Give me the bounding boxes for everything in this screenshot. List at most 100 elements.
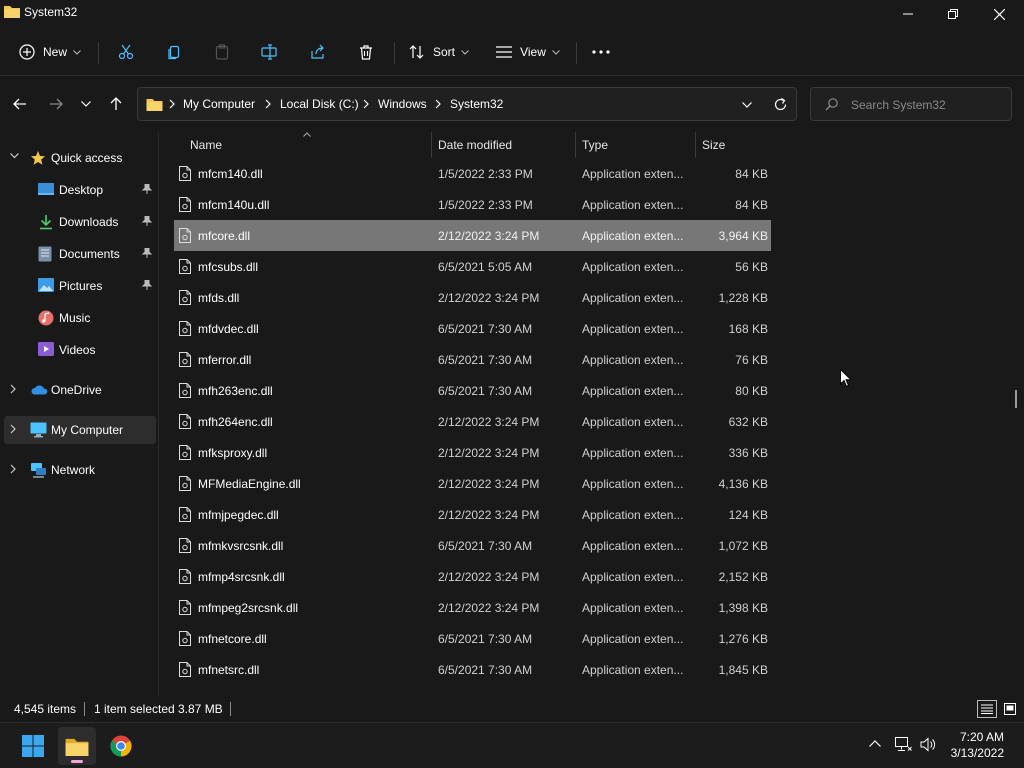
- breadcrumb-my-computer[interactable]: My Computer: [183, 97, 255, 111]
- column-divider[interactable]: [695, 132, 696, 158]
- file-date: 2/12/2022 3:24 PM: [438, 601, 540, 615]
- table-row[interactable]: mfds.dll 2/12/2022 3:24 PM Application ext…: [174, 282, 771, 313]
- address-bar[interactable]: My Computer Local Disk (C:) Windows Syst…: [137, 87, 797, 121]
- table-row[interactable]: mfcm140u.dll 1/5/2022 2:33 PM Application …: [174, 189, 771, 220]
- sidebar-item-videos[interactable]: Videos: [4, 336, 156, 364]
- details-view-button[interactable]: [977, 700, 997, 718]
- system-clock[interactable]: 7:20 AM 3/13/2022: [951, 729, 1004, 761]
- taskbar-chrome[interactable]: [102, 727, 140, 765]
- file-size: 1,228 KB: [718, 291, 768, 305]
- volume-icon[interactable]: [920, 737, 937, 752]
- table-row[interactable]: mfmjpegdec.dll 2/12/2022 3:24 PM Applicati…: [174, 499, 771, 530]
- taskbar-file-explorer[interactable]: [58, 727, 96, 765]
- dll-file-icon: [179, 507, 191, 522]
- column-header-date[interactable]: Date modified: [438, 138, 512, 152]
- pin-icon[interactable]: [142, 216, 152, 226]
- chevron-right-icon[interactable]: [10, 424, 16, 434]
- arrow-up-icon: [110, 97, 122, 111]
- restore-button[interactable]: [930, 0, 976, 28]
- windows-logo-icon: [22, 735, 44, 757]
- table-row[interactable]: mfcsubs.dll 6/5/2021 5:05 AM Application e…: [174, 251, 771, 282]
- sidebar-item-desktop[interactable]: Desktop: [4, 176, 156, 204]
- column-header-type[interactable]: Type: [582, 138, 608, 152]
- rename-button[interactable]: [254, 36, 286, 68]
- pane-splitter[interactable]: [158, 132, 159, 696]
- sort-button[interactable]: Sort: [404, 36, 474, 68]
- file-type: Application exten...: [582, 508, 684, 522]
- pin-icon[interactable]: [142, 280, 152, 290]
- chevron-down-icon[interactable]: [10, 153, 19, 159]
- clipboard-icon: [214, 44, 230, 60]
- chevron-up-icon[interactable]: [869, 740, 881, 747]
- breadcrumb-system32[interactable]: System32: [450, 97, 503, 111]
- more-options-button[interactable]: [586, 36, 616, 68]
- delete-button[interactable]: [350, 36, 382, 68]
- table-row[interactable]: mfh263enc.dll 6/5/2021 7:30 AM Application…: [174, 375, 771, 406]
- sidebar-item-pictures[interactable]: Pictures: [4, 272, 156, 300]
- pin-icon[interactable]: [142, 248, 152, 258]
- table-row[interactable]: mfnetcore.dll 6/5/2021 7:30 AM Application…: [174, 623, 771, 654]
- sidebar-item-my-computer[interactable]: My Computer: [4, 416, 156, 444]
- view-button[interactable]: View: [492, 36, 564, 68]
- table-row[interactable]: mfh264enc.dll 2/12/2022 3:24 PM Applicatio…: [174, 406, 771, 437]
- scrollbar-thumb[interactable]: [1015, 390, 1017, 408]
- status-bar: 4,545 items 1 item selected 3.87 MB: [0, 696, 1024, 722]
- column-header-name[interactable]: Name: [190, 138, 222, 152]
- column-divider[interactable]: [431, 132, 432, 158]
- back-button[interactable]: [6, 90, 34, 118]
- sidebar-item-network[interactable]: Network: [4, 456, 156, 484]
- pin-icon[interactable]: [142, 184, 152, 194]
- file-name: mfcsubs.dll: [198, 260, 259, 274]
- arrow-right-icon: [49, 98, 63, 110]
- column-divider[interactable]: [575, 132, 576, 158]
- table-row[interactable]: mfcore.dll 2/12/2022 3:24 PM Application e…: [174, 220, 771, 251]
- table-row[interactable]: mfcm140.dll 1/5/2022 2:33 PM Application e…: [174, 158, 771, 189]
- sidebar-item-label: Videos: [59, 343, 96, 357]
- file-type: Application exten...: [582, 632, 684, 646]
- table-row[interactable]: mfmkvsrcsnk.dll 6/5/2021 7:30 AM Applicati…: [174, 530, 771, 561]
- cut-button[interactable]: [110, 36, 142, 68]
- file-date: 2/12/2022 3:24 PM: [438, 570, 540, 584]
- sidebar-item-onedrive[interactable]: OneDrive: [4, 376, 156, 404]
- tiles-view-button[interactable]: [1001, 700, 1019, 718]
- file-name: mfdvdec.dll: [198, 322, 259, 336]
- star-icon: [30, 150, 46, 166]
- new-button[interactable]: New: [14, 36, 86, 68]
- minimize-button[interactable]: [885, 0, 931, 28]
- breadcrumb-local-disk[interactable]: Local Disk (C:): [280, 97, 359, 111]
- table-row[interactable]: MFMediaEngine.dll 2/12/2022 3:24 PM Applic…: [174, 468, 771, 499]
- copy-button[interactable]: [158, 36, 190, 68]
- refresh-icon[interactable]: [774, 98, 787, 111]
- table-row[interactable]: mfmp4srcsnk.dll 2/12/2022 3:24 PM Applicat…: [174, 561, 771, 592]
- paste-button[interactable]: [206, 36, 238, 68]
- selection-count: 1 item selected: [94, 702, 175, 716]
- chevron-right-icon[interactable]: [10, 464, 16, 474]
- table-row[interactable]: mfksproxy.dll 2/12/2022 3:24 PM Applicatio…: [174, 437, 771, 468]
- breadcrumb-windows[interactable]: Windows: [378, 97, 427, 111]
- close-button[interactable]: [976, 0, 1022, 28]
- computer-icon: [30, 422, 47, 438]
- network-status-icon[interactable]: [895, 737, 912, 752]
- file-list: Name Date modified Type Size mfcm140.dll…: [174, 132, 774, 696]
- table-row[interactable]: mfmpeg2srcsnk.dll 2/12/2022 3:24 PM Applic…: [174, 592, 771, 623]
- table-row[interactable]: mfdvdec.dll 6/5/2021 7:30 AM Application e…: [174, 313, 771, 344]
- share-button[interactable]: [302, 36, 334, 68]
- sidebar-item-downloads[interactable]: Downloads: [4, 208, 156, 236]
- address-history-icon[interactable]: [742, 102, 752, 108]
- dll-file-icon: [179, 352, 191, 367]
- recent-locations-button[interactable]: [72, 90, 100, 118]
- forward-button[interactable]: [42, 90, 70, 118]
- table-row[interactable]: mfnetsrc.dll 6/5/2021 7:30 AM Application …: [174, 654, 771, 685]
- table-row[interactable]: mferror.dll 6/5/2021 7:30 AM Application e…: [174, 344, 771, 375]
- chevron-right-icon[interactable]: [10, 384, 16, 394]
- search-box[interactable]: Search System32: [810, 87, 1012, 121]
- up-button[interactable]: [102, 90, 130, 118]
- dll-file-icon: [179, 414, 191, 429]
- sidebar-item-music[interactable]: Music: [4, 304, 156, 332]
- sidebar-item-quick-access[interactable]: Quick access: [4, 144, 156, 172]
- start-button[interactable]: [14, 727, 52, 765]
- copy-icon: [166, 44, 182, 60]
- file-date: 2/12/2022 3:24 PM: [438, 477, 540, 491]
- sidebar-item-documents[interactable]: Documents: [4, 240, 156, 268]
- column-header-size[interactable]: Size: [702, 138, 725, 152]
